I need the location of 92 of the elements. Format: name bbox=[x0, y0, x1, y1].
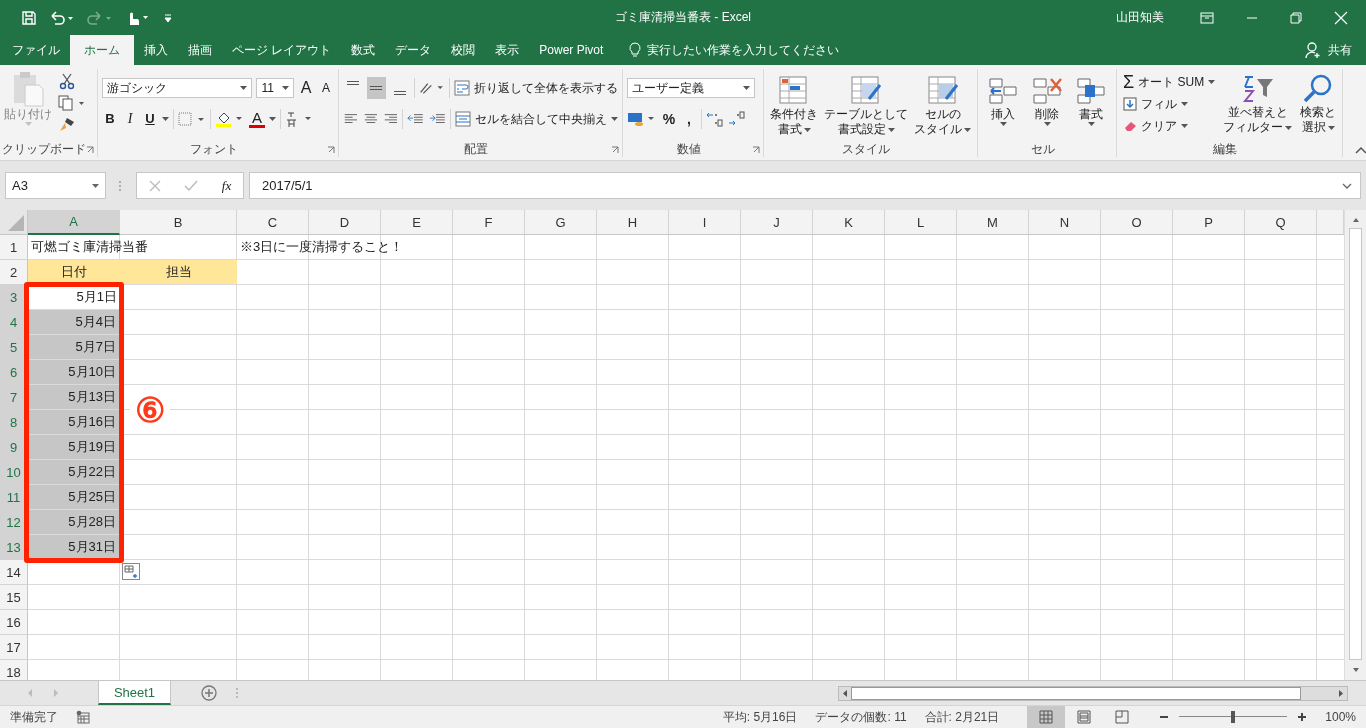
style-button[interactable]: テーブルとして 書式設定 bbox=[822, 73, 910, 141]
insert-function-button[interactable]: fx bbox=[221, 177, 232, 194]
menu-tab[interactable]: 挿入 bbox=[134, 35, 178, 65]
group-label: スタイル bbox=[842, 140, 890, 158]
table-cell: 5月19日 bbox=[28, 435, 120, 460]
italic-button[interactable]: I bbox=[122, 109, 138, 129]
column-header[interactable]: M bbox=[957, 210, 1029, 235]
group-label: クリップボード bbox=[2, 140, 86, 158]
share-label[interactable]: 共有 bbox=[1328, 41, 1352, 59]
table-cell: 5月10日 bbox=[28, 360, 120, 385]
status-text: 準備完了 bbox=[10, 708, 58, 726]
table-cell: 5月28日 bbox=[28, 510, 120, 535]
merge-center-button[interactable]: セルを結合して中央揃え bbox=[455, 110, 618, 128]
row-header[interactable]: 18 bbox=[0, 660, 28, 680]
clear-button[interactable]: クリア bbox=[1123, 116, 1188, 136]
row-header[interactable]: 17 bbox=[0, 635, 28, 660]
group-label: 配置 bbox=[464, 140, 488, 158]
window-title: ゴミ庫清掃当番表 - Excel bbox=[615, 9, 751, 26]
zoom-level[interactable]: 100% bbox=[1325, 710, 1356, 724]
group-label: フォント bbox=[189, 140, 238, 158]
menu-tab[interactable]: Power Pivot bbox=[529, 35, 614, 65]
menu-tab[interactable]: データ bbox=[385, 35, 442, 65]
group-label: 数値 bbox=[676, 140, 701, 158]
row-header[interactable]: 2 bbox=[0, 260, 28, 285]
column-header[interactable]: L bbox=[885, 210, 957, 235]
format-cells-button[interactable]: 書式 bbox=[1070, 73, 1112, 141]
wrap-text-button[interactable]: 折り返して全体を表示する bbox=[454, 79, 618, 97]
row-header[interactable]: 1 bbox=[0, 235, 28, 260]
column-header[interactable]: J bbox=[741, 210, 813, 235]
font-color-button[interactable]: A bbox=[249, 110, 265, 128]
table-cell: 5月16日 bbox=[28, 410, 120, 435]
style-button[interactable]: セルの スタイル bbox=[912, 73, 973, 141]
menu-tab[interactable]: ファイル bbox=[2, 35, 70, 65]
table-cell: 担当 bbox=[120, 260, 237, 285]
sort-filter-button[interactable]: 並べ替えと フィルター bbox=[1221, 71, 1295, 141]
font-size-field[interactable]: 11 bbox=[256, 78, 294, 98]
decrease-font-size-button[interactable]: A bbox=[318, 78, 334, 98]
table-cell: 5月7日 bbox=[28, 335, 120, 360]
bold-button[interactable]: B bbox=[102, 109, 118, 129]
column-header[interactable]: N bbox=[1029, 210, 1101, 235]
menu-tab[interactable]: 表示 bbox=[485, 35, 530, 65]
delete-cells-button[interactable]: 削除 bbox=[1026, 73, 1068, 141]
column-header[interactable]: I bbox=[669, 210, 741, 235]
table-cell-text: ※3日に一度清掃すること！ bbox=[239, 238, 405, 256]
name-box[interactable]: A3 bbox=[5, 172, 106, 199]
row-header[interactable]: 16 bbox=[0, 610, 28, 635]
table-cell: 5月13日 bbox=[28, 385, 120, 410]
autosum-button[interactable]: Σ オート SUM bbox=[1123, 72, 1216, 92]
user-name[interactable]: 山田知美 bbox=[1116, 9, 1164, 26]
number-format-field[interactable]: ユーザー定義 bbox=[627, 78, 755, 98]
menu-tab[interactable]: 校閲 bbox=[441, 35, 486, 65]
find-select-button[interactable]: 検索と 選択 bbox=[1298, 71, 1339, 141]
column-header[interactable]: E bbox=[381, 210, 453, 235]
percent-button[interactable]: % bbox=[661, 109, 677, 129]
formula-field[interactable]: 2017/5/1 bbox=[249, 172, 1361, 199]
style-button[interactable]: 条件付き 書式 bbox=[768, 73, 820, 141]
column-header[interactable]: O bbox=[1101, 210, 1173, 235]
average-readout: 平均: 5月16日 bbox=[722, 708, 798, 726]
menu-tab[interactable]: ホーム bbox=[70, 35, 134, 65]
menu-tab[interactable]: ページ レイアウト bbox=[222, 35, 342, 65]
column-header[interactable]: P bbox=[1173, 210, 1245, 235]
table-cell: 5月22日 bbox=[28, 460, 120, 485]
table-cell: 5月25日 bbox=[28, 485, 120, 510]
column-header[interactable]: G bbox=[525, 210, 597, 235]
table-cell-text: 5月1日 bbox=[75, 288, 118, 306]
column-header[interactable]: D bbox=[309, 210, 381, 235]
menu-tab[interactable]: 数式 bbox=[341, 35, 386, 65]
comma-style-button[interactable]: , bbox=[681, 109, 697, 129]
fill-button[interactable]: フィル bbox=[1123, 94, 1188, 114]
sum-readout: 合計: 2月21日 bbox=[924, 708, 1000, 726]
sheet-tab[interactable]: Sheet1 bbox=[98, 681, 171, 705]
font-name-field[interactable]: 游ゴシック bbox=[102, 78, 253, 98]
column-header[interactable]: B bbox=[120, 210, 237, 235]
column-header[interactable]: F bbox=[453, 210, 525, 235]
column-header[interactable]: C bbox=[237, 210, 309, 235]
menu-tab[interactable]: 描画 bbox=[178, 35, 222, 65]
column-header[interactable]: H bbox=[597, 210, 669, 235]
insert-cells-button[interactable]: 挿入 bbox=[982, 73, 1024, 141]
column-header[interactable]: A bbox=[28, 210, 120, 235]
table-cell: 5月31日 bbox=[28, 535, 120, 560]
table-cell-text: 可燃ゴミ庫清掃当番 bbox=[30, 238, 149, 256]
tell-me-field[interactable]: 実行したい作業を入力してください bbox=[647, 41, 840, 59]
underline-button[interactable]: U bbox=[142, 109, 158, 129]
row-header[interactable]: 15 bbox=[0, 585, 28, 610]
row-header[interactable]: 14 bbox=[0, 560, 28, 585]
count-readout: データの個数: 11 bbox=[815, 708, 907, 726]
group-label: セル bbox=[1030, 140, 1055, 158]
table-cell: 5月4日 bbox=[28, 310, 120, 335]
group-label: 編集 bbox=[1213, 140, 1238, 158]
increase-font-size-button[interactable]: A bbox=[298, 78, 314, 98]
column-header[interactable]: Q bbox=[1245, 210, 1317, 235]
column-header[interactable]: K bbox=[813, 210, 885, 235]
